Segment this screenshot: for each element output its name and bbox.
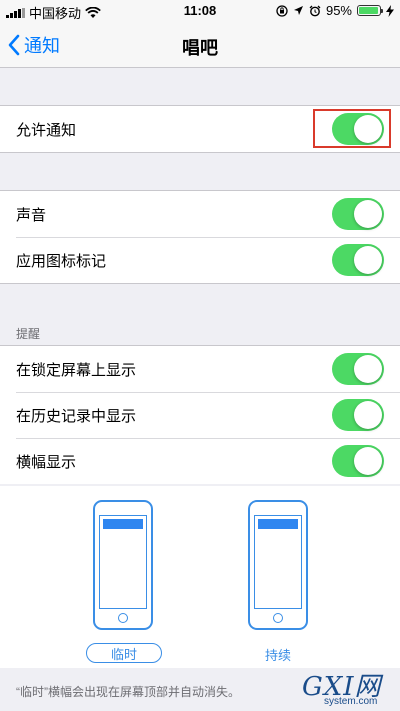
toggle-knob <box>354 401 382 429</box>
nav-bar: 通知 唱吧 <box>0 22 400 68</box>
sounds-row: 声音 <box>0 191 400 237</box>
battery-icon <box>357 5 383 16</box>
history-label: 在历史记录中显示 <box>16 407 137 425</box>
battery-fill <box>359 7 378 14</box>
lock-screen-label: 在锁定屏幕上显示 <box>16 361 137 379</box>
phone-banner <box>258 519 298 529</box>
location-icon <box>293 6 303 15</box>
home-button-icon <box>273 613 283 623</box>
toggle-knob <box>354 200 382 228</box>
charging-icon <box>386 4 394 17</box>
watermark-domain: system.com <box>324 696 378 707</box>
toggle-knob <box>354 447 382 475</box>
alerts-header: 提醒 <box>16 327 41 341</box>
alerts-group: 在锁定屏幕上显示 在历史记录中显示 横幅显示 <box>0 345 400 484</box>
lock-screen-toggle[interactable] <box>332 353 384 385</box>
allow-notifications-label: 允许通知 <box>16 121 77 139</box>
rotation-lock-icon <box>276 4 288 17</box>
phone-screen <box>254 515 302 609</box>
persistent-style-button[interactable]: 持续 <box>265 645 291 664</box>
sounds-label: 声音 <box>16 206 47 224</box>
page-title: 唱吧 <box>182 38 218 58</box>
history-toggle[interactable] <box>332 399 384 431</box>
highlight-box <box>313 109 391 148</box>
banner-style-picker: 临时 持续 <box>0 486 400 668</box>
badge-label: 应用图标标记 <box>16 252 107 270</box>
watermark: GXI网 system.com <box>302 666 398 710</box>
badge-toggle[interactable] <box>332 244 384 276</box>
temporary-style-label: 临时 <box>110 646 137 662</box>
badge-row: 应用图标标记 <box>0 237 400 283</box>
home-button-icon <box>118 613 128 623</box>
status-right: 95% <box>276 3 394 18</box>
history-row: 在历史记录中显示 <box>0 392 400 438</box>
status-bar: 中国移动 11:08 95% <box>0 0 400 22</box>
toggle-knob <box>354 246 382 274</box>
toggle-knob <box>354 355 382 383</box>
banners-row: 横幅显示 <box>0 438 400 484</box>
phone-screen <box>99 515 147 609</box>
banners-label: 横幅显示 <box>16 453 77 471</box>
phone-banner <box>103 519 143 529</box>
temporary-phone-illustration[interactable] <box>93 500 153 630</box>
temporary-style-button[interactable]: 临时 <box>86 643 162 663</box>
sound-badge-group: 声音 应用图标标记 <box>0 190 400 284</box>
footer-note: “临时”横幅会出现在屏幕顶部并自动消失。 <box>16 685 240 699</box>
banners-toggle[interactable] <box>332 445 384 477</box>
battery-percent: 95% <box>325 3 352 18</box>
alarm-icon <box>309 5 321 16</box>
lock-screen-row: 在锁定屏幕上显示 <box>0 346 400 392</box>
persistent-phone-illustration[interactable] <box>248 500 308 630</box>
sounds-toggle[interactable] <box>332 198 384 230</box>
